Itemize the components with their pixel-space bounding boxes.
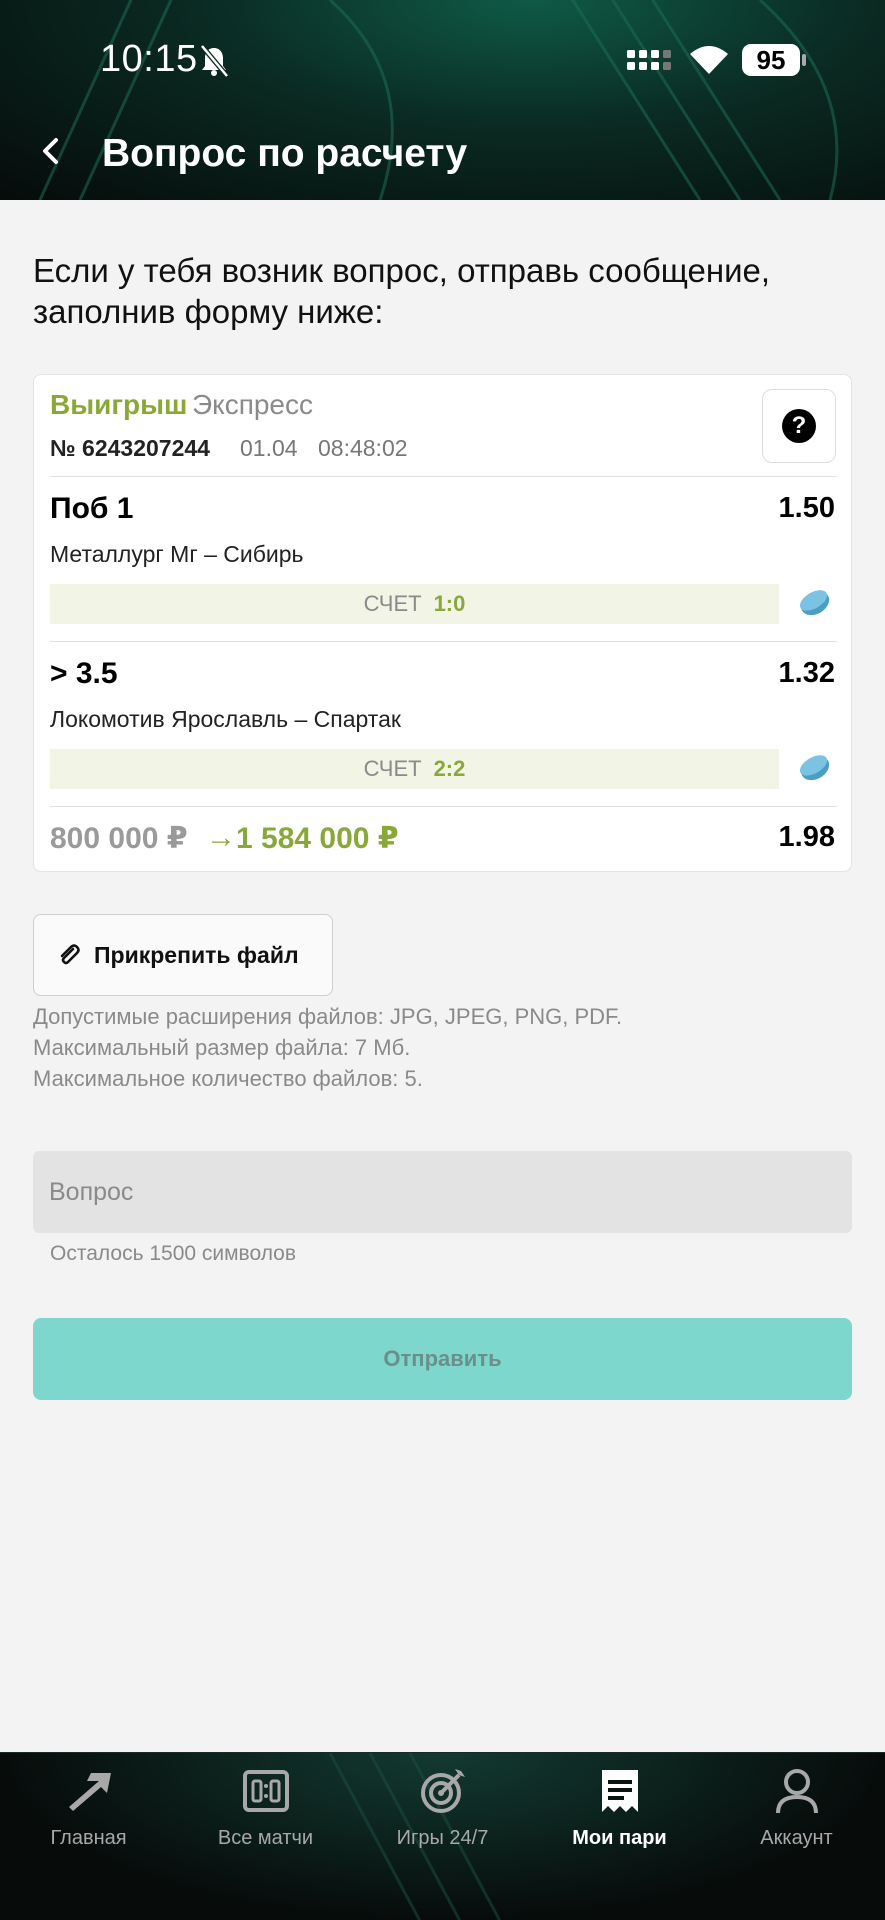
bet-card: Выигрыш Экспресс № 6243207244 01.04 08:4…	[33, 374, 852, 872]
score-label: СЧЕТ	[363, 756, 422, 781]
score-bar: СЧЕТ 1:0	[50, 584, 779, 624]
scoreboard-icon	[238, 1763, 294, 1819]
chars-left-counter: Осталось 1500 символов	[50, 1242, 297, 1265]
selection-outcome: Поб 1	[50, 492, 134, 525]
bet-date: 01.04	[240, 435, 298, 461]
stake-amount: 800 000 ₽	[50, 822, 188, 855]
app-header: 10:15 95 Вопрос по расчету	[0, 0, 885, 200]
tab-label: Главная	[50, 1827, 127, 1849]
paperclip-icon	[60, 944, 80, 965]
receipt-icon	[592, 1763, 648, 1819]
tab-games-24-7[interactable]: Игры 24/7	[354, 1763, 531, 1873]
divider	[50, 806, 837, 807]
battery-indicator: 95	[742, 44, 800, 76]
divider	[50, 641, 837, 642]
bell-muted-icon	[200, 44, 229, 78]
bet-number: № 6243207244	[50, 435, 210, 461]
hockey-puck-icon	[799, 590, 830, 616]
tab-my-bets[interactable]: Мои пари	[531, 1763, 708, 1873]
bet-time: 08:48:02	[318, 435, 408, 461]
win-amount: 1 584 000 ₽	[236, 822, 399, 855]
status-time: 10:15	[100, 38, 198, 80]
back-arrow-icon[interactable]	[36, 136, 66, 166]
selection-odds: 1.50	[778, 492, 835, 524]
score-label: СЧЕТ	[363, 591, 422, 616]
hockey-puck-icon	[799, 755, 830, 781]
selection-odds: 1.32	[778, 657, 835, 689]
tab-label: Все матчи	[217, 1827, 314, 1849]
bottom-tab-bar: Главная Все матчи Игры 24/7 Мои пари Акк…	[0, 1752, 885, 1920]
attach-file-label: Прикрепить файл	[94, 941, 299, 968]
bet-type: Экспресс	[192, 389, 313, 420]
tab-main[interactable]: Главная	[0, 1763, 177, 1873]
file-hint: Максимальное количество файлов: 5.	[33, 1066, 423, 1091]
tab-label: Мои пари	[572, 1827, 667, 1849]
page-title: Вопрос по расчету	[102, 132, 468, 175]
tab-account[interactable]: Аккаунт	[708, 1763, 885, 1873]
selection-match: Локомотив Ярославль – Спартак	[50, 706, 401, 732]
total-odds: 1.98	[778, 821, 835, 853]
home-arrow-icon	[61, 1763, 117, 1819]
arrow-right-icon: →	[206, 821, 236, 854]
wifi-icon	[690, 46, 728, 74]
divider	[50, 476, 837, 477]
help-button[interactable]: ?	[762, 389, 836, 463]
selection-outcome: > 3.5	[50, 657, 118, 690]
score-bar: СЧЕТ 2:2	[50, 749, 779, 789]
file-hint: Максимальный размер файла: 7 Мб.	[33, 1035, 411, 1060]
score-value: 1:0	[433, 591, 466, 616]
question-mark-icon: ?	[782, 409, 816, 443]
signal-icon	[627, 50, 671, 70]
tab-label: Аккаунт	[760, 1827, 833, 1849]
selection-match: Металлург Мг – Сибирь	[50, 541, 304, 567]
bet-status: Выигрыш	[50, 389, 188, 420]
intro-text: Если у тебя возник вопрос, отправь сообщ…	[33, 252, 771, 330]
question-input[interactable]	[33, 1151, 852, 1233]
user-icon	[769, 1763, 825, 1819]
target-icon	[415, 1763, 471, 1819]
tab-all-matches[interactable]: Все матчи	[177, 1763, 354, 1873]
battery-nub	[802, 54, 806, 66]
attach-file-button[interactable]: Прикрепить файл	[33, 914, 333, 996]
tab-label: Игры 24/7	[396, 1827, 489, 1849]
score-value: 2:2	[433, 756, 466, 781]
submit-button[interactable]: Отправить	[33, 1318, 852, 1400]
file-hint: Допустимые расширения файлов: JPG, JPEG,…	[33, 1004, 623, 1029]
